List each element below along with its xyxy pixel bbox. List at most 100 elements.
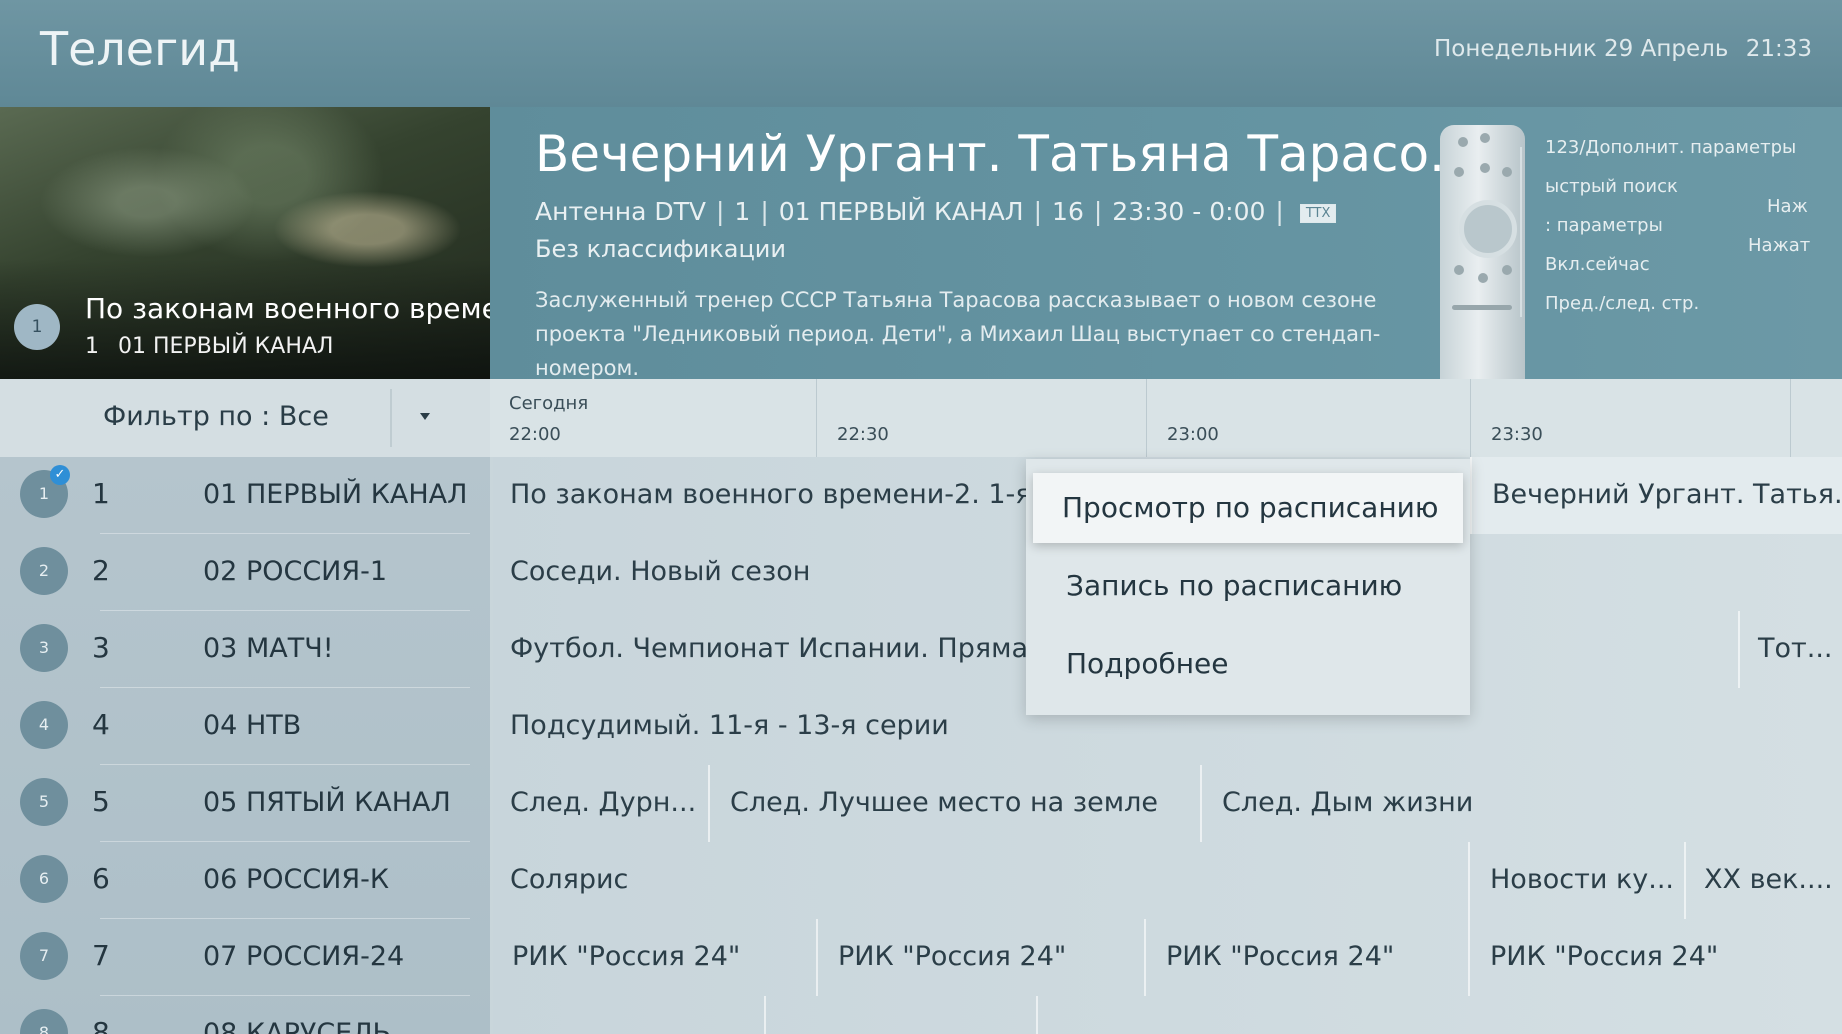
date-time: Понедельник 29 Апрель 21:33 bbox=[1434, 36, 1812, 62]
menu-item-watch-schedule[interactable]: Просмотр по расписанию bbox=[1033, 473, 1463, 543]
channel-row[interactable]: 3 3 03 МАТЧ! bbox=[0, 611, 490, 688]
epg-grid: 1 ✓ 1 01 ПЕРВЫЙ КАНАЛ 2 2 02 РОССИЯ-1 3 … bbox=[0, 457, 1842, 1034]
program-cell[interactable]: Соседи. Новый сезон bbox=[490, 534, 1030, 611]
preview-channel-badge: 1 bbox=[14, 304, 60, 350]
channel-number: 4 bbox=[92, 708, 110, 741]
program-cell[interactable]: Тот... bbox=[1738, 611, 1842, 688]
channel-badge: 2 bbox=[20, 547, 68, 595]
teletext-icon: TTX bbox=[1299, 203, 1337, 223]
channel-row[interactable]: 4 4 04 НТВ bbox=[0, 688, 490, 765]
program-cell[interactable]: След. Лучшее место на земле bbox=[708, 765, 1200, 842]
filter-label: Фильтр по : Все bbox=[103, 401, 329, 432]
channel-name: 01 ПЕРВЫЙ КАНАЛ bbox=[203, 479, 468, 510]
timeline-tick bbox=[816, 379, 817, 457]
channel-row[interactable]: 2 2 02 РОССИЯ-1 bbox=[0, 534, 490, 611]
timeline-tick bbox=[1790, 379, 1791, 457]
channel-number: 2 bbox=[92, 554, 110, 587]
meta-number: 1 bbox=[734, 197, 751, 226]
channel-name: 03 МАТЧ! bbox=[203, 633, 334, 664]
channel-number: 8 bbox=[92, 1016, 110, 1034]
meta-age: 16 bbox=[1052, 197, 1084, 226]
channel-badge: 6 bbox=[20, 855, 68, 903]
channel-badge: 4 bbox=[20, 701, 68, 749]
program-cell[interactable] bbox=[1036, 996, 1842, 1034]
program-cell[interactable]: РИК "Россия 24" bbox=[1144, 919, 1470, 996]
channel-badge: 5 bbox=[20, 778, 68, 826]
channel-list: 1 ✓ 1 01 ПЕРВЫЙ КАНАЛ 2 2 02 РОССИЯ-1 3 … bbox=[0, 457, 490, 1034]
checkmark-icon: ✓ bbox=[50, 465, 70, 485]
filter-divider bbox=[390, 389, 392, 447]
channel-row[interactable]: 7 7 07 РОССИЯ-24 bbox=[0, 919, 490, 996]
channel-name: 04 НТВ bbox=[203, 710, 302, 741]
channel-name: 05 ПЯТЫЙ КАНАЛ bbox=[203, 787, 451, 818]
timeline-time: 23:30 bbox=[1491, 424, 1543, 445]
date-label: Понедельник 29 Апрель bbox=[1433, 36, 1729, 62]
program-cell[interactable]: Вечерний Ургант. Татья... bbox=[1470, 457, 1842, 534]
program-cell[interactable]: РИК "Россия 24" bbox=[490, 919, 816, 996]
timeline-time: 23:00 bbox=[1167, 424, 1219, 445]
page-title: Телегид bbox=[40, 22, 240, 76]
timeline-time: 22:00 bbox=[509, 424, 561, 445]
program-title: Вечерний Ургант. Татьяна Тарасо... bbox=[535, 125, 1477, 183]
hint-page-nav: Пред./след. стр. bbox=[1545, 293, 1700, 314]
program-cell[interactable]: Футбол. Чемпионат Испании. Прямая т bbox=[490, 611, 1030, 688]
channel-number: 5 bbox=[92, 785, 110, 818]
channel-row[interactable]: 5 5 05 ПЯТЫЙ КАНАЛ bbox=[0, 765, 490, 842]
menu-item-record-schedule[interactable]: Запись по расписанию bbox=[1026, 551, 1470, 621]
live-preview[interactable]: 1 По законам военного време... 1 01 ПЕРВ… bbox=[0, 107, 490, 379]
preview-channel-name: 01 ПЕРВЫЙ КАНАЛ bbox=[118, 334, 334, 359]
meta-source: Антенна DTV bbox=[535, 197, 706, 226]
program-cell[interactable]: След. Дым жизни bbox=[1200, 765, 1842, 842]
channel-number: 6 bbox=[92, 862, 110, 895]
program-cell[interactable] bbox=[764, 996, 1038, 1034]
chevron-down-icon[interactable] bbox=[420, 413, 430, 420]
menu-item-details[interactable]: Подробнее bbox=[1026, 629, 1470, 699]
channel-name: 02 РОССИЯ-1 bbox=[203, 556, 388, 587]
timeline-time: 22:30 bbox=[837, 424, 889, 445]
program-cell[interactable]: Новости ку... bbox=[1468, 842, 1686, 919]
channel-row[interactable]: 1 ✓ 1 01 ПЕРВЫЙ КАНАЛ bbox=[0, 457, 490, 534]
hint-quick-search: ыстрый поиск bbox=[1545, 176, 1678, 197]
hint-press-2: Нажат bbox=[1748, 235, 1811, 256]
channel-badge: 8 bbox=[20, 1009, 68, 1034]
program-info-panel: Вечерний Ургант. Татьяна Тарасо... Антен… bbox=[490, 107, 1842, 381]
remote-control-icon bbox=[1440, 125, 1525, 381]
program-cell[interactable]: ХХ век.... bbox=[1684, 842, 1842, 919]
filter-bar: Фильтр по : Все bbox=[0, 379, 490, 457]
meta-channel: 01 ПЕРВЫЙ КАНАЛ bbox=[778, 197, 1024, 226]
program-cell[interactable]: РИК "Россия 24" bbox=[1468, 919, 1842, 996]
program-cell[interactable]: След. Дурн... bbox=[490, 765, 708, 842]
channel-name: 07 РОССИЯ-24 bbox=[203, 941, 405, 972]
clock-label: 21:33 bbox=[1745, 36, 1812, 62]
timeline-tick bbox=[1146, 379, 1147, 457]
channel-number: 1 bbox=[92, 477, 110, 510]
meta-time: 23:30 - 0:00 bbox=[1112, 197, 1266, 226]
hint-press-1: Наж bbox=[1767, 196, 1808, 217]
channel-row[interactable]: 6 6 06 РОССИЯ-К bbox=[0, 842, 490, 919]
program-cell[interactable] bbox=[490, 996, 764, 1034]
program-cell[interactable]: По законам военного времени-2. 1-я и bbox=[490, 457, 1030, 534]
timeline-header: Сегодня 22:00 22:30 23:00 23:30 bbox=[490, 379, 1842, 457]
program-meta: Антенна DTV | 1 | 01 ПЕРВЫЙ КАНАЛ | 16 | 23:30 -… bbox=[535, 197, 1337, 226]
channel-badge: 7 bbox=[20, 932, 68, 980]
channel-number: 3 bbox=[92, 631, 110, 664]
program-cell[interactable]: РИК "Россия 24" bbox=[816, 919, 1146, 996]
channel-name: 08 КАРУСЕЛЬ bbox=[203, 1018, 392, 1034]
program-rating: Без классификации bbox=[535, 235, 787, 263]
context-menu: Просмотр по расписанию Запись по расписа… bbox=[1026, 459, 1470, 715]
hint-options: : параметры bbox=[1545, 215, 1663, 236]
channel-name: 06 РОССИЯ-К bbox=[203, 864, 390, 895]
hint-more-options: 123/Дополнит. параметры bbox=[1545, 137, 1797, 158]
preview-program-title: По законам военного време... bbox=[85, 292, 490, 325]
title-bar: Телегид Понедельник 29 Апрель 21:33 bbox=[0, 0, 1842, 107]
timeline-day: Сегодня bbox=[509, 393, 589, 414]
filter-dropdown[interactable]: Фильтр по : Все bbox=[20, 379, 390, 457]
program-description: Заслуженный тренер СССР Татьяна Тарасова… bbox=[535, 288, 1381, 380]
channel-row[interactable]: 8 8 08 КАРУСЕЛЬ bbox=[0, 996, 490, 1034]
program-cell[interactable]: Солярис bbox=[490, 842, 1468, 919]
channel-badge: 3 bbox=[20, 624, 68, 672]
timeline-tick bbox=[1470, 379, 1471, 457]
preview-channel-number: 1 bbox=[85, 334, 99, 359]
hint-watch-now: Вкл.сейчас bbox=[1545, 254, 1650, 275]
preview-channel: 1 01 ПЕРВЫЙ КАНАЛ bbox=[85, 334, 333, 359]
